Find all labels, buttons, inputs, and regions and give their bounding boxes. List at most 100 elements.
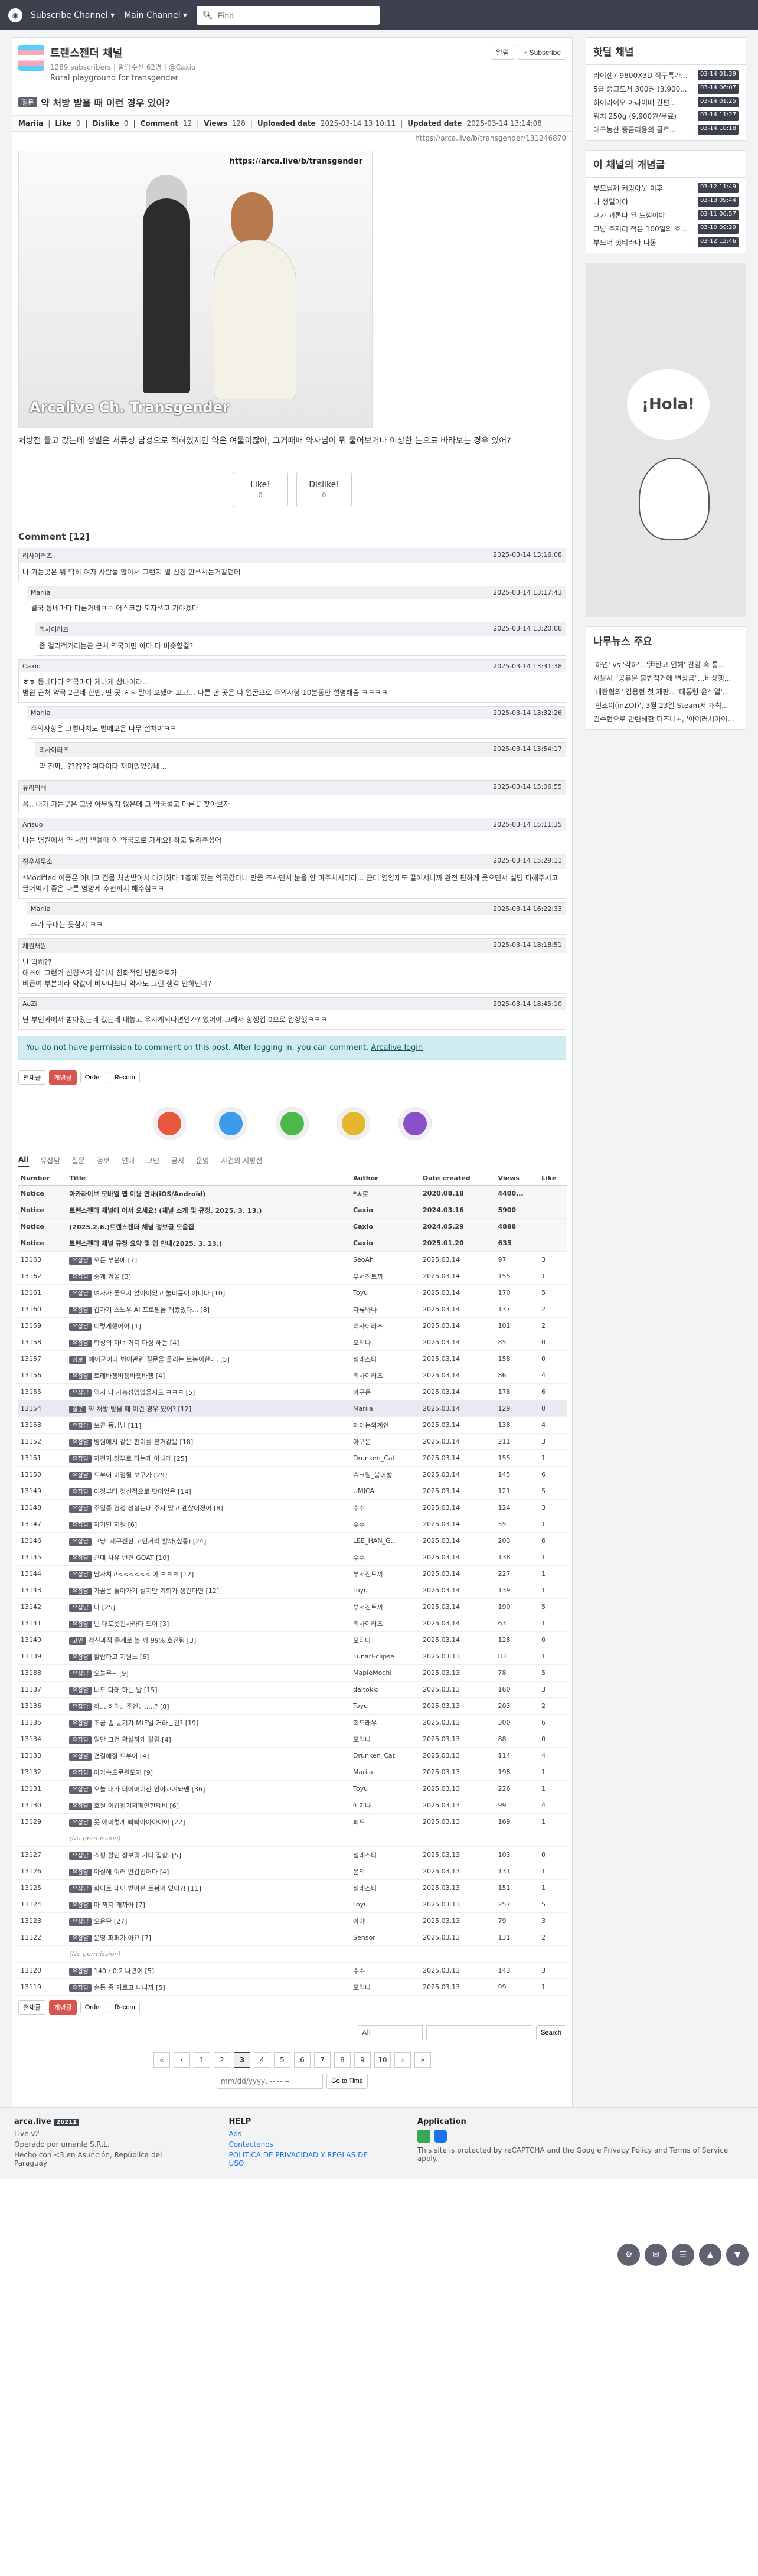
row-title[interactable]: 유잡담 조금 좀 동기가 MtF일 거라는건? [19] <box>67 1714 351 1731</box>
table-row[interactable]: Notice 아카라이브 모바일 앱 이용 안내(iOS/Android) *ㅊ로 2… <box>18 1185 567 1202</box>
footer-help-link[interactable]: Contactenos <box>229 2140 382 2149</box>
board-tab[interactable]: 연대 <box>122 1155 135 1167</box>
row-author[interactable]: Drunken_Cat <box>351 1449 421 1467</box>
channel-owner[interactable]: @Caxio <box>169 63 196 71</box>
row-author[interactable]: 설레스타 <box>351 1879 421 1896</box>
table-row[interactable]: 13149 유잡담 이정부터 정신적으로 닷어었은 [14] UMJCA 2025.03… <box>18 1483 567 1500</box>
sun-emoji-icon[interactable] <box>337 1107 370 1140</box>
table-row[interactable]: 13150 유잡담 트부어 이점될 보구가 [29] 슈크림_붕어빵 2025.03.1… <box>18 1466 567 1483</box>
row-title[interactable]: 유잡담 역시 나 가능성있었을지도 ㅋㅋㅋ [5] <box>67 1383 351 1400</box>
table-row[interactable]: (No permission) <box>18 1945 567 1963</box>
row-author[interactable]: Caxio <box>351 1202 421 1219</box>
row-title[interactable]: 아카라이브 모바일 앱 이용 안내(iOS/Android) <box>67 1185 351 1202</box>
table-row[interactable]: 13131 유잡담 오늘 내가 더이머이산 안야교겨놔맨 [36] Toyu 2025.… <box>18 1780 567 1797</box>
row-title[interactable]: (No permission) <box>67 1945 351 1963</box>
row-author[interactable]: Toyu <box>351 1284 421 1301</box>
row-author[interactable]: 모리나 <box>351 1978 421 1996</box>
table-row[interactable]: 13145 유잡담 근대 사유 번견 GOAT [10] 수수 2025.03.14 13… <box>18 1549 567 1566</box>
table-row[interactable]: 13162 유잡담 중계 겨울 [3] 부서진토끼 2025.03.14 155 1 <box>18 1268 567 1285</box>
row-title[interactable]: 유잡담 너도 다래 하는 날 [15] <box>67 1681 351 1698</box>
recom-select-bottom[interactable]: Recom <box>109 2002 140 2013</box>
board-tab[interactable]: All <box>18 1155 29 1167</box>
page-button[interactable]: › <box>394 2052 411 2068</box>
row-title[interactable]: 유잡담 못 애미렇게 빠빠아아아아아 [22] <box>67 1813 351 1830</box>
table-row[interactable]: 13125 유잡담 화이트 데이 받아본 트붕이 있어?! [11] 설레스타 2025… <box>18 1879 567 1896</box>
row-author[interactable]: 수수 <box>351 1962 421 1979</box>
site-logo-icon[interactable]: ◉ <box>8 8 22 22</box>
row-title[interactable]: 유잡담 쇼핑 할인 정보및 기타 집합. [5] <box>67 1846 351 1863</box>
page-button[interactable]: 8 <box>334 2052 351 2068</box>
sidebar-best-item[interactable]: 나 생일이야 03-13 09:44 <box>586 195 746 208</box>
row-title[interactable]: 트랜스젠더 채널 규정 요약 및 앱 안내(2025. 3. 13.) <box>67 1235 351 1252</box>
sidebar-news-item[interactable]: 서울시 "공유문 불법점거에 변상금"...비상행... <box>586 671 746 685</box>
table-row[interactable]: 13140 고민 정신과적 증세로 볼 께 99% 호전됨 [3] 모리나 2025.0… <box>18 1631 567 1648</box>
page-button[interactable]: 7 <box>314 2052 331 2068</box>
page-button[interactable]: ‹ <box>174 2052 190 2068</box>
row-author[interactable]: Toyu <box>351 1582 421 1599</box>
dislike-vote-button[interactable]: Dislike! 0 <box>296 472 352 507</box>
comment-author[interactable]: 리사이러츠 <box>39 625 69 634</box>
row-author[interactable]: Caxio <box>351 1218 421 1235</box>
search-scope-select[interactable]: All <box>358 2025 423 2040</box>
table-row[interactable]: 13134 유잡담 얼단 그건 확실하게 갈림 [4] 모리나 2025.03.13 88… <box>18 1731 567 1748</box>
table-row[interactable]: 13160 유잡담 갑자기 스노우 AI 프로필을 해봤었다... [8] 자류봐나 2… <box>18 1301 567 1318</box>
row-title[interactable]: 유잡담 호원 이갑정기획페인한테비 [6] <box>67 1797 351 1814</box>
board-tab[interactable]: 공지 <box>171 1155 184 1167</box>
row-title[interactable]: 유잡담 아 꺼져 개까아 [7] <box>67 1896 351 1913</box>
date-input[interactable]: mm/dd/yyyy, --:-- -- <box>217 2074 324 2089</box>
row-author[interactable]: *ㅊ로 <box>351 1185 421 1202</box>
row-title[interactable]: 유잡담 이렇게했어야 [1] <box>67 1317 351 1334</box>
comment-author[interactable]: 정우사무소 <box>22 857 53 866</box>
row-author[interactable]: 설레스타 <box>351 1350 421 1367</box>
row-title[interactable]: 유잡담 주일중 영정 성형는대 주사 맞고 괜찮어졌어 [8] <box>67 1499 351 1516</box>
row-author[interactable]: 리사이러츠 <box>351 1317 421 1334</box>
notify-button[interactable]: 알림 <box>491 45 515 60</box>
row-title[interactable]: 유잡담 학성의 자너 거지 마싱 해는 [4] <box>67 1334 351 1351</box>
sidebar-best-item[interactable]: 부모더 헛티라마 다동 03-12 12:46 <box>586 236 746 249</box>
sidebar-news-item[interactable]: '내란혐의' 김용현 첫 재판..."대통령 윤석열'... <box>586 685 746 698</box>
row-title[interactable]: 유잡담 트레바쟁바쟁바잿바쟁 [4] <box>67 1367 351 1384</box>
recom-select[interactable]: Recom <box>109 1072 140 1083</box>
row-title[interactable]: 정보 에어군이나 병예관련 질문을 올리는 트붕이한테. [5] <box>67 1350 351 1367</box>
row-author[interactable]: 페미는외계인 <box>351 1416 421 1434</box>
comment-author[interactable]: 리사이러츠 <box>22 551 53 560</box>
table-row[interactable]: 13142 유잡담 나 [25] 부서진토끼 2025.03.14 190 5 <box>18 1598 567 1615</box>
table-row[interactable]: 13159 유잡담 이렇게했어야 [1] 리사이러츠 2025.03.14 101 2 <box>18 1317 567 1334</box>
row-title[interactable]: 유잡담 운영 퍼퍼가 아요 [7] <box>67 1929 351 1946</box>
row-title[interactable]: 유잡담 갑자기 스노우 AI 프로필을 해봤었다... [8] <box>67 1301 351 1318</box>
row-title[interactable]: 유잡담 손톱 좀 기르고 니니까 [5] <box>67 1978 351 1996</box>
table-row[interactable]: 13132 유잡담 아가속도문원도지 [9] Mariia 2025.03.13 198 1 <box>18 1764 567 1781</box>
sidebar-hot-item[interactable]: 라이젠7 9800X3D 직구특가... 03-14 01:39 <box>586 68 746 82</box>
board-tab[interactable]: 유잡담 <box>41 1155 60 1167</box>
row-title[interactable]: 유잡담 근대 사유 번견 GOAT [10] <box>67 1549 351 1566</box>
board-tab[interactable]: 고민 <box>146 1155 159 1167</box>
table-row[interactable]: 13126 유잡담 아실해 여러 반갑업어다 [4] 윤의 2025.03.13 131 1 <box>18 1863 567 1880</box>
row-author[interactable]: 부서진토끼 <box>351 1565 421 1582</box>
row-title[interactable]: 유잡담 140 / 0.2 나왔어 [5] <box>67 1962 351 1979</box>
post-author[interactable]: Mariia <box>18 119 43 128</box>
channel-title[interactable]: 트랜스젠더 채널 <box>50 45 195 60</box>
row-title[interactable]: 유잡담 오늘 내가 더이머이산 안야교겨놔맨 [36] <box>67 1780 351 1797</box>
row-title[interactable]: 유잡담 트부어 이점될 보구가 [29] <box>67 1466 351 1483</box>
row-author[interactable]: 아야 <box>351 1912 421 1929</box>
row-author[interactable]: 피드 <box>351 1813 421 1830</box>
row-author[interactable]: 회드래유 <box>351 1714 421 1731</box>
row-author[interactable]: Drunken_Cat <box>351 1747 421 1764</box>
table-row[interactable]: 13157 정보 에어군이나 병예관련 질문을 올리는 트붕이한테. [5] 설레스타… <box>18 1350 567 1367</box>
table-row[interactable]: 13139 유잡담 할랍하고 지원노 [6] LunarEclipse 2025.03.… <box>18 1648 567 1665</box>
comment-author[interactable]: Mariia <box>31 589 51 596</box>
row-author[interactable]: LEE_HAN_G... <box>351 1532 421 1549</box>
table-row[interactable]: 13122 유잡담 운영 퍼퍼가 아요 [7] Sensor 2025.03.13 131… <box>18 1929 567 1946</box>
page-button[interactable]: 6 <box>294 2052 311 2068</box>
row-author[interactable]: 수수 <box>351 1499 421 1516</box>
go-to-time-button[interactable]: Go to Time <box>326 2074 368 2089</box>
water-emoji-icon[interactable] <box>214 1107 247 1140</box>
search-input[interactable] <box>217 10 374 20</box>
sidebar-hot-item[interactable]: 워치 250g (9,900원/무료) 03-14 11:27 <box>586 109 746 123</box>
post-link[interactable]: https://arca.live/b/transgender/13124687… <box>12 132 572 145</box>
like-vote-button[interactable]: Like! 0 <box>233 472 288 507</box>
row-title[interactable]: 유잡담 아실해 여러 반갑업어다 [4] <box>67 1863 351 1880</box>
comment-author[interactable]: AoZi <box>22 1000 37 1008</box>
row-author[interactable]: 리사이러츠 <box>351 1367 421 1384</box>
row-author[interactable]: Mariia <box>351 1400 421 1417</box>
